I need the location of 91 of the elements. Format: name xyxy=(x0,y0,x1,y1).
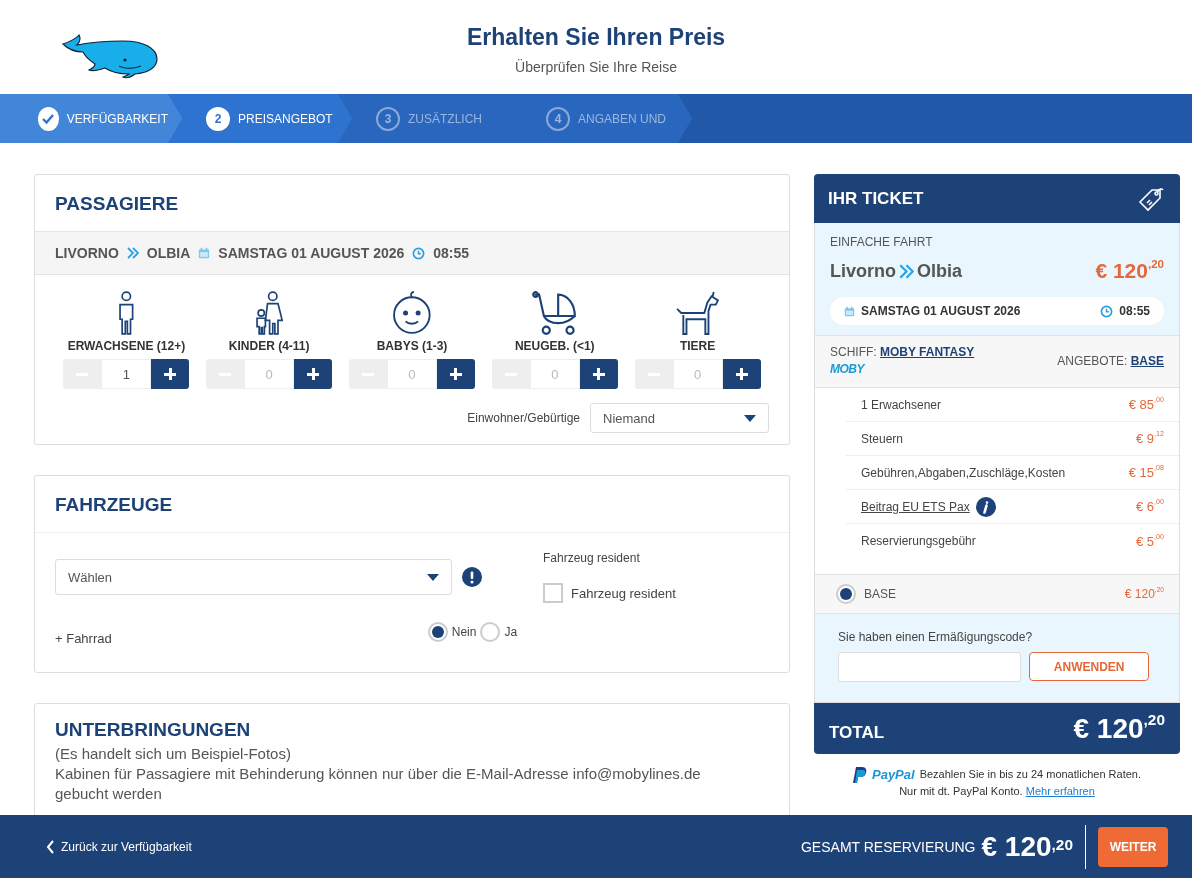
count-field[interactable]: 1 xyxy=(101,359,152,389)
field-label: Einwohner/Gebürtige xyxy=(467,411,580,425)
offers-label: ANGEBOTE: xyxy=(1057,353,1129,368)
radio-button[interactable] xyxy=(480,621,501,642)
clock-icon xyxy=(1100,304,1114,318)
port-name: LIVORNO xyxy=(55,245,119,261)
paypal-logo: PayPal xyxy=(872,766,915,783)
plus-button[interactable] xyxy=(579,359,618,389)
fee-link[interactable]: Beitrag EU ETS Pax xyxy=(861,499,970,514)
ship-label: SCHIFF: xyxy=(830,345,878,359)
vehicle-select[interactable]: Wählen xyxy=(55,559,452,595)
step-tab[interactable]: 2 PREISANGEBOT xyxy=(182,94,338,143)
caret-icon xyxy=(427,573,439,581)
trip-time: 08:55 xyxy=(1119,304,1150,318)
radio-button[interactable] xyxy=(836,584,856,604)
paypal-text: Bezahlen Sie in bis zu 24 monatlichen Raten. xyxy=(919,767,1141,782)
count-field[interactable]: 0 xyxy=(672,359,723,389)
adult-icon xyxy=(119,291,134,335)
resident-select[interactable]: Niemand xyxy=(590,403,769,433)
back-link[interactable]: Zurück zur Verfügbarkeit xyxy=(46,839,192,854)
calendar-icon xyxy=(844,305,855,317)
line-item-label: Gebühren,Abgaben,Zuschläge,Kosten xyxy=(861,465,1066,480)
total-label: GESAMT RESERVIERUNG xyxy=(801,838,976,855)
clock-icon xyxy=(412,246,426,260)
plus-button[interactable] xyxy=(437,359,475,389)
counter-label: BABYS (1-3) xyxy=(376,339,448,353)
counter-label: ERWACHSENE (12+) xyxy=(67,339,186,353)
page-title: Erhalten Sie Ihren Preis xyxy=(465,23,727,51)
line-item-price: € 9$^{,12}$ xyxy=(1136,431,1164,446)
count-field[interactable]: 0 xyxy=(529,359,580,389)
ship-link[interactable]: MOBY FANTASY xyxy=(880,345,975,359)
plus-button[interactable] xyxy=(722,359,761,389)
line-item-label: Steuern xyxy=(861,431,904,446)
double-chevron-icon xyxy=(126,247,139,259)
field-label: Fahrzeug resident xyxy=(543,551,641,565)
bicycle-label: + Fahrrad xyxy=(55,630,112,646)
caret-icon xyxy=(744,414,756,422)
section-title: UNTERBRINGUNGEN xyxy=(55,720,252,742)
note-text: (Es handelt sich um Beispiel-Fotos) xyxy=(55,744,292,764)
stroller-icon xyxy=(532,291,578,335)
fare-price: € 120$^{,20}$ xyxy=(1124,587,1164,601)
total-label: TOTAL xyxy=(829,721,885,743)
trip-type: EINFACHE FAHRT xyxy=(830,235,934,249)
line-item-price: € 5$^{,00}$ xyxy=(1136,533,1164,549)
line-item-price: € 6$^{,00}$ xyxy=(1136,499,1164,514)
parent-child-icon xyxy=(255,291,283,335)
plus-button[interactable] xyxy=(294,359,333,389)
discount-code-field[interactable] xyxy=(838,652,1022,682)
port-name: Livorno xyxy=(830,260,896,282)
resident-checkbox[interactable]: Fahrzeug resident xyxy=(543,583,769,603)
line-item-price: € 15$^{,08}$ xyxy=(1128,465,1164,480)
count-field[interactable]: 0 xyxy=(387,359,437,389)
counter-label: TIERE xyxy=(679,339,716,353)
port-name: Olbia xyxy=(917,260,962,282)
fare-label: BASE xyxy=(864,587,896,601)
baby-face-icon xyxy=(392,291,432,335)
more-link[interactable]: Mehr erfahren xyxy=(1025,785,1095,797)
chevron-left-icon xyxy=(46,839,55,854)
line-item-label: 1 Erwachsener xyxy=(861,397,942,412)
line-item-price: € 85$^{,00}$ xyxy=(1128,397,1164,412)
info-icon xyxy=(975,496,996,517)
double-chevron-icon xyxy=(899,263,914,279)
counter-label: NEUGEB. (<1) xyxy=(514,339,595,353)
step-tab[interactable]: VERFÜGBARKEIT xyxy=(0,94,168,143)
moby-logo: MOBY xyxy=(830,362,864,376)
section-title: FAHRZEUGE xyxy=(35,476,789,533)
paypal-note: Nur mit dt. PayPal Konto. xyxy=(899,785,1024,797)
radio-label[interactable]: Nein xyxy=(451,624,477,639)
port-name: OLBIA xyxy=(146,245,191,261)
line-item-label: Reservierungsgebühr xyxy=(861,534,976,548)
trip-time: 08:55 xyxy=(433,245,470,261)
dog-icon xyxy=(675,291,720,335)
discount-label: Sie haben einen Ermäßigungscode? xyxy=(838,630,1034,644)
counter-label: KINDER (4-11) xyxy=(228,339,310,353)
total-price: € 120$^{,20}$ xyxy=(1073,712,1165,745)
section-title: PASSAGIERE xyxy=(54,192,180,216)
calendar-icon xyxy=(198,247,211,259)
paypal-icon xyxy=(853,766,867,783)
plus-button[interactable] xyxy=(151,359,190,389)
page-subtitle: Überprüfen Sie Ihre Reise xyxy=(514,58,678,75)
info-text: Kabinen für Passagiere mit Behinderung können nur über die E-Mail-Adresse info@mobylines.de gebucht werden xyxy=(55,764,702,804)
radio-button[interactable] xyxy=(427,621,448,642)
ticket-price: € 120$^{,20}$ xyxy=(1095,259,1164,283)
total-price: € 120$^{,20}$ xyxy=(981,824,1086,869)
ticket-title: IHR TICKET xyxy=(828,188,924,209)
offer-link[interactable]: BASE xyxy=(1130,353,1164,368)
exclamation-icon xyxy=(462,567,482,587)
radio-label[interactable]: Ja xyxy=(504,624,518,639)
count-field[interactable]: 0 xyxy=(244,359,295,389)
trip-date: SAMSTAG 01 AUGUST 2026 xyxy=(218,245,405,261)
trip-date: SAMSTAG 01 AUGUST 2026 xyxy=(861,304,1021,318)
